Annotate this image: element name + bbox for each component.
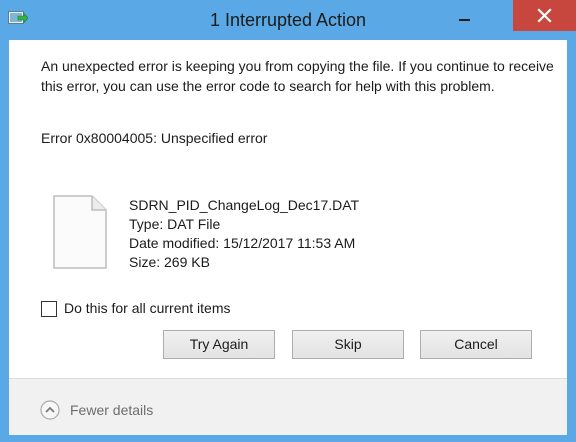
apply-all-label[interactable]: Do this for all current items — [64, 300, 231, 316]
dialog-body: An unexpected error is keeping you from … — [9, 40, 567, 435]
minimize-button[interactable] — [452, 7, 478, 29]
error-code: Error 0x80004005: Unspecified error — [41, 130, 268, 146]
dialog-window: 1 Interrupted Action An unexpected error… — [0, 0, 576, 442]
blank-file-icon — [52, 194, 108, 270]
dialog-footer: Fewer details — [9, 378, 567, 435]
minimize-icon — [459, 19, 470, 21]
close-icon — [537, 8, 552, 23]
try-again-button[interactable]: Try Again — [163, 330, 275, 359]
error-message: An unexpected error is keeping you from … — [41, 58, 554, 94]
skip-button[interactable]: Skip — [292, 330, 404, 359]
file-details: SDRN_PID_ChangeLog_Dec17.DAT Type: DAT F… — [129, 196, 359, 272]
title-bar[interactable]: 1 Interrupted Action — [0, 0, 576, 40]
file-name: SDRN_PID_ChangeLog_Dec17.DAT — [129, 197, 360, 213]
file-type: Type: DAT File — [129, 216, 221, 232]
window-title: 1 Interrupted Action — [209, 10, 367, 30]
fewer-details-label[interactable]: Fewer details — [70, 402, 153, 418]
chevron-up-icon[interactable] — [40, 400, 60, 420]
close-button[interactable] — [513, 0, 576, 31]
cancel-button[interactable]: Cancel — [420, 330, 532, 359]
apply-all-checkbox[interactable] — [41, 301, 57, 317]
file-size: Size: 269 KB — [129, 254, 210, 270]
file-date-modified: Date modified: 15/12/2017 11:53 AM — [129, 235, 356, 251]
